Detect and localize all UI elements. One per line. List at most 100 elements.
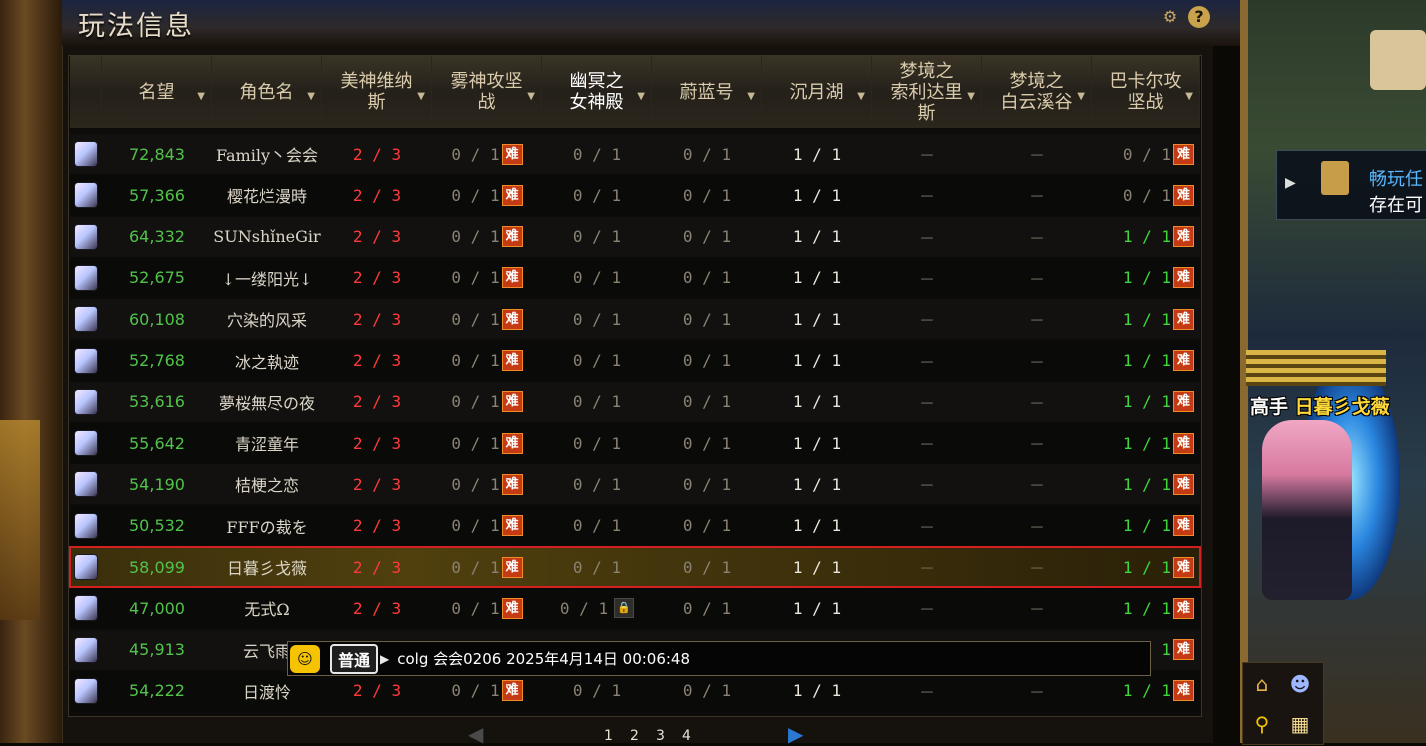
header-mist[interactable]: 雾神攻坚 战 ▼ [432, 56, 542, 128]
table-row[interactable]: 72,843 Family丶会会 2 / 3 0 / 1难 0 / 1 0 / 1 1 / … [70, 134, 1200, 174]
avatar-cell [70, 630, 102, 670]
chat-bubble: ☺ 普通 ▶ colg 会会0206 2025年4月14日 00:06:48 [287, 641, 1151, 676]
venus-cell: 2 / 3 [352, 309, 402, 329]
character-name-cell: ↓一缕阳光↓ [221, 269, 313, 289]
dream-cloud-cell: － [1028, 600, 1045, 620]
table-row[interactable]: 57,366 樱花烂漫時 2 / 3 0 / 1难 0 / 1 0 / 1 1 / 1 － － 0… [70, 175, 1200, 216]
hard-mode-badge: 难 [1173, 515, 1194, 537]
moon-lake-cell: 1 / 1 [792, 433, 842, 453]
table-row[interactable]: 50,532 FFFの裁を 2 / 3 0 / 1难 0 / 1 0 / 1 1 / 1 － －… [70, 505, 1200, 546]
avatar-cell [70, 423, 102, 463]
blue-cell: 0 / 1 [682, 185, 732, 205]
venus-cell: 2 / 3 [352, 351, 402, 370]
header-bakal[interactable]: 巴卡尔攻 坚战 ▼ [1092, 56, 1200, 128]
dream-soli-cell: － [918, 600, 935, 620]
dream-cloud-cell: － [1028, 559, 1045, 578]
rank-bars [1246, 350, 1386, 386]
table-row[interactable]: 64,332 SUNshǐneGir 2 / 3 0 / 1难 0 / 1 0 / 1 1 … [70, 216, 1200, 257]
gear-icon[interactable]: ⚙ [1159, 6, 1181, 28]
table-row[interactable]: 47,000 无式Ω 2 / 3 0 / 1难0 / 1 🔒 0 / 1 1 / 1 － － 1 … [70, 588, 1200, 629]
dream-soli-cell: － [918, 187, 935, 207]
header-name[interactable]: 角色名 ▼ [212, 56, 322, 128]
avatar [75, 389, 97, 414]
blue-cell: 0 / 1 [682, 351, 732, 370]
avatar [75, 265, 97, 290]
mist-cell: 0 / 1难 [432, 588, 542, 628]
dream-cloud-cell: － [1028, 269, 1045, 289]
mist-cell: 0 / 1难 [432, 217, 542, 257]
avatar-cell [70, 258, 102, 298]
fame-cell: 45,913 [129, 640, 185, 660]
next-page-icon[interactable]: ▶ [788, 722, 803, 746]
header-ghost-temple[interactable]: 幽冥之 女神殿 ▼ [542, 56, 652, 128]
hard-mode-badge: 难 [1173, 226, 1194, 248]
hard-mode-badge: 难 [1173, 680, 1194, 702]
table-row[interactable]: 60,108 穴染的风采 2 / 3 0 / 1难 0 / 1 0 / 1 1 / 1 － － 1… [70, 299, 1200, 340]
table-row[interactable]: 54,222 日渡怜 2 / 3 0 / 1难 0 / 1 0 / 1 1 / 1 － － 1 /… [70, 670, 1200, 711]
ghost-temple-cell: 0 / 1 [572, 144, 622, 164]
dream-soli-cell: － [918, 517, 935, 537]
help-icon[interactable]: ? [1188, 6, 1210, 28]
fame-cell: 52,768 [129, 351, 185, 370]
avatar [75, 307, 97, 332]
table-row[interactable]: 54,190 桔梗之恋 2 / 3 0 / 1难 0 / 1 0 / 1 1 / 1 － － 1 … [70, 464, 1200, 505]
mist-cell: 0 / 1难 [432, 423, 542, 463]
page-2[interactable]: 2 [630, 728, 639, 744]
blue-cell: 0 / 1 [682, 227, 732, 247]
dream-cloud-cell: － [1028, 682, 1045, 702]
header-blue[interactable]: 蔚蓝号 ▼ [652, 56, 762, 128]
hard-mode-badge: 难 [501, 680, 523, 702]
expand-arrow-icon[interactable]: ▶ [1285, 175, 1296, 191]
quest-title: 畅玩任 [1369, 169, 1423, 190]
home-icon[interactable]: ⌂ [1247, 669, 1277, 699]
mist-cell: 0 / 1难 [432, 258, 542, 298]
dream-cloud-cell: － [1028, 311, 1045, 331]
venus-cell: 2 / 3 [352, 433, 402, 453]
header-fame[interactable]: 名望 ▼ [102, 56, 212, 128]
character-name-cell: SUNshǐneGir [213, 227, 321, 247]
channel-arrow-icon: ▶ [380, 651, 390, 666]
page-3[interactable]: 3 [656, 728, 665, 744]
header-dream-soli[interactable]: 梦境之 索利达里 斯 ▼ [872, 56, 982, 128]
character-sprite [1262, 420, 1352, 600]
hard-mode-badge: 难 [1173, 597, 1194, 619]
table-row[interactable]: 52,675 ↓一缕阳光↓ 2 / 3 0 / 1难 0 / 1 0 / 1 1 / 1 － －… [70, 257, 1200, 298]
quest-tracker[interactable]: ▶ 畅玩任 存在可 [1276, 150, 1426, 220]
hard-mode-badge: 难 [501, 267, 523, 289]
dream-cloud-cell: － [1028, 187, 1045, 207]
table-row-selected[interactable]: 58,099 日暮彡戈薇 2 / 3 0 / 1难 0 / 1 0 / 1 1 / 1 － － 1… [69, 546, 1201, 588]
avatar [75, 637, 97, 662]
hard-mode-badge: 难 [501, 473, 523, 495]
map-pin-icon[interactable]: ⚲ [1247, 709, 1277, 739]
page-1[interactable]: 1 [604, 728, 613, 744]
mist-cell: 0 / 1难 [432, 134, 542, 174]
bakal-cell: 1 / 1难 [1092, 464, 1200, 504]
bakal-cell: 1 / 1难 [1092, 423, 1200, 463]
blue-cell: 0 / 1 [682, 433, 732, 453]
quest-scroll-icon [1321, 161, 1349, 195]
hard-mode-badge: 难 [1173, 639, 1194, 661]
table-row[interactable]: 52,768 冰之執迹 2 / 3 0 / 1难 0 / 1 0 / 1 1 / 1 － － 1 … [70, 340, 1200, 381]
table-row[interactable]: 55,642 青涩童年 2 / 3 0 / 1难 0 / 1 0 / 1 1 / 1 － － 1 … [70, 423, 1200, 464]
character-name-cell: 樱花烂漫時 [226, 187, 307, 207]
fame-cell: 47,000 [129, 598, 185, 618]
character-portrait-icon[interactable]: ☻ [1285, 669, 1315, 699]
header-dream-cloud[interactable]: 梦境之 白云溪谷 ▼ [982, 56, 1092, 128]
page-4[interactable]: 4 [682, 728, 691, 744]
venus-cell: 2 / 3 [352, 516, 402, 536]
blue-cell: 0 / 1 [682, 268, 732, 288]
header-venus[interactable]: 美神维纳 斯 ▼ [322, 56, 432, 128]
fame-cell: 52,675 [129, 268, 185, 288]
hard-mode-badge: 难 [501, 597, 523, 619]
mist-cell: 0 / 1难 [432, 671, 542, 711]
prev-page-icon[interactable]: ◀ [468, 722, 483, 746]
character-name-cell: 青涩童年 [234, 435, 299, 455]
ghost-temple-cell: 0 / 1 [572, 309, 622, 329]
book-icon[interactable]: ▦ [1285, 709, 1315, 739]
ghost-temple-cell: 0 / 1 [572, 433, 622, 453]
bakal-cell: 1 / 1难 [1092, 382, 1200, 422]
bakal-cell: 1 / 1难 [1092, 506, 1200, 546]
table-row[interactable]: 53,616 夢桜無尽の夜 2 / 3 0 / 1难 0 / 1 0 / 1 1 / 1 － －… [70, 381, 1200, 422]
header-moon-lake[interactable]: 沉月湖 ▼ [762, 56, 872, 128]
character-name-cell: 日暮彡戈薇 [226, 559, 307, 578]
